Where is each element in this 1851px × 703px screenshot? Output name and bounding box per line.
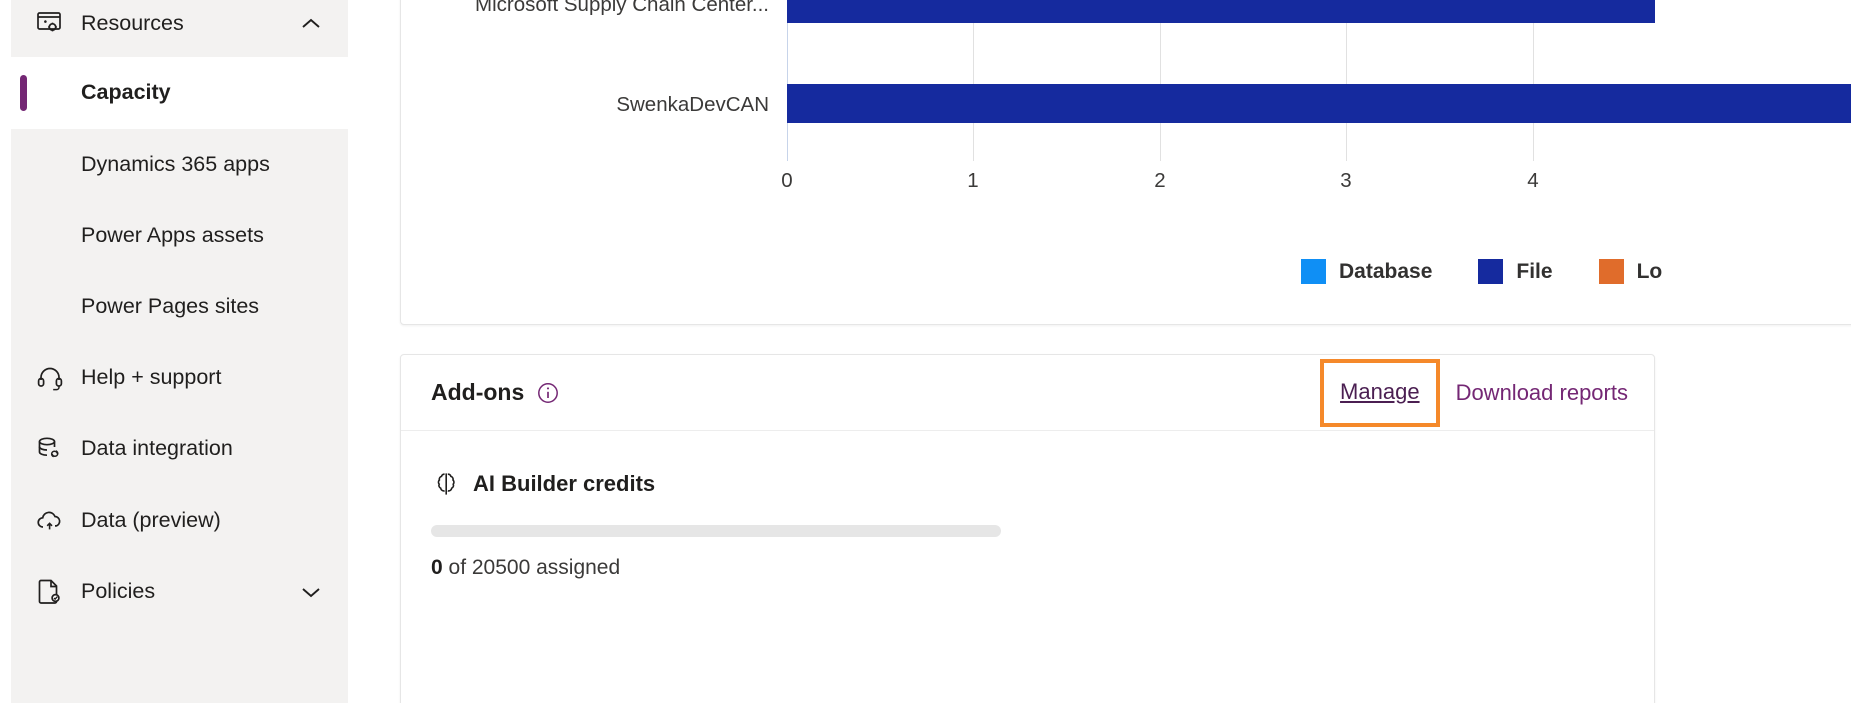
x-tick-label: 1 [967,169,979,192]
capacity-page: Resources Capacity Dynamics 365 apps Pow… [0,0,1851,703]
selection-indicator [20,75,27,111]
gridline-1 [973,0,974,161]
sidebar-item-label: Data integration [81,436,233,461]
sidebar-item-capacity[interactable]: Capacity [11,57,348,129]
chart-legend: Database File Lo [1301,259,1662,284]
sidebar-item-data-preview[interactable]: Data (preview) [11,485,348,557]
addons-header: Add-ons Manage Download reports [401,355,1654,431]
addons-card: Add-ons Manage Download reports AI Build… [400,354,1655,703]
addon-name-row: AI Builder credits [431,469,1001,499]
manage-link[interactable]: Manage [1340,380,1420,403]
document-policy-icon [33,575,67,609]
sidebar-item-policies[interactable]: Policies [11,556,348,628]
left-navigation-sidebar: Resources Capacity Dynamics 365 apps Pow… [11,0,348,703]
left-edge-strip [0,0,11,703]
sidebar-item-label: Power Pages sites [81,294,260,319]
legend-item-database[interactable]: Database [1301,259,1432,284]
sidebar-item-power-apps-assets[interactable]: Power Apps assets [11,200,348,272]
addon-assigned-text: 0 of 20500 assigned [431,557,1001,578]
gridline-2 [1160,0,1161,161]
legend-swatch-file [1478,259,1504,284]
addon-item-ai-builder-credits: AI Builder credits 0 of 20500 assigned [431,469,1001,578]
chevron-up-icon[interactable] [298,11,324,37]
sidebar-item-label: Policies [81,579,156,604]
legend-label: Lo [1636,260,1663,283]
capacity-chart-card: Microsoft Supply Chain Center... SwenkaD… [400,0,1851,325]
download-reports-link[interactable]: Download reports [1456,381,1628,404]
addons-title-group: Add-ons [431,381,560,405]
addon-assigned-suffix: of 20500 assigned [442,556,621,579]
bar-segment-file [787,84,1851,123]
x-tick-label: 3 [1340,169,1352,192]
addon-progress-bar [431,525,1001,537]
info-icon[interactable] [536,381,560,405]
sidebar-item-label: Power Apps assets [81,223,264,248]
sidebar-item-dynamics-365-apps[interactable]: Dynamics 365 apps [11,129,348,201]
legend-label: Database [1339,260,1433,283]
x-tick-label: 2 [1154,169,1166,192]
addon-name: AI Builder credits [473,471,656,496]
gridline-0 [787,0,788,161]
addons-actions: Manage Download reports [1320,358,1628,427]
x-tick-label: 0 [781,169,793,192]
manage-highlight-box: Manage [1320,358,1440,427]
sidebar-item-label: Capacity [81,80,171,105]
addon-assigned-value: 0 [431,556,443,579]
sidebar-item-resources[interactable]: Resources [11,0,348,60]
main-content: Microsoft Supply Chain Center... SwenkaD… [348,0,1851,703]
bar-segment-file [787,0,1655,23]
sidebar-item-help-support[interactable]: Help + support [11,342,348,414]
gridline-4 [1533,0,1534,161]
ai-builder-brain-icon [431,469,461,499]
x-tick-label: 4 [1527,169,1539,192]
sidebar-item-label: Data (preview) [81,508,221,533]
sidebar-item-label: Help + support [81,365,222,390]
gridline-3 [1346,0,1347,161]
legend-swatch-database [1301,259,1326,284]
sidebar-item-label: Resources [81,11,184,36]
headset-icon [33,361,67,395]
chart-category-label: SwenkaDevCAN [616,93,769,116]
database-link-icon [33,432,67,466]
legend-label: File [1516,260,1553,283]
sidebar-item-label: Dynamics 365 apps [81,152,270,177]
legend-item-log[interactable]: Lo [1598,259,1663,284]
sidebar-item-data-integration[interactable]: Data integration [11,413,348,485]
legend-item-file[interactable]: File [1478,259,1553,284]
resources-icon [33,7,67,41]
chart-category-label: Microsoft Supply Chain Center... [475,0,769,16]
addons-title: Add-ons [431,379,525,405]
legend-swatch-log [1598,259,1624,284]
storage-capacity-chart: Microsoft Supply Chain Center... SwenkaD… [401,0,1851,324]
chevron-down-icon[interactable] [298,579,324,605]
sidebar-item-power-pages-sites[interactable]: Power Pages sites [11,271,348,343]
cloud-upload-icon [33,504,67,538]
